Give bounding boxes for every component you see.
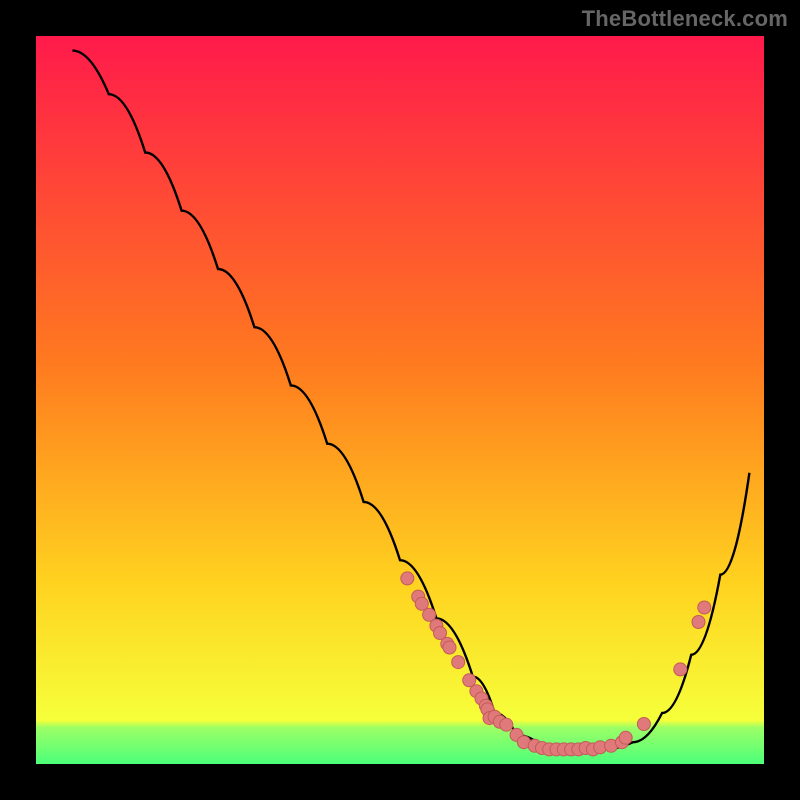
data-marker xyxy=(674,663,687,676)
data-marker xyxy=(452,656,465,669)
watermark-text: TheBottleneck.com xyxy=(582,6,788,32)
data-marker xyxy=(692,616,705,629)
plot-svg xyxy=(36,36,764,764)
data-marker xyxy=(698,601,711,614)
data-marker xyxy=(443,641,456,654)
data-marker xyxy=(500,718,513,731)
heatmap-background xyxy=(36,36,764,764)
data-marker xyxy=(637,718,650,731)
data-marker xyxy=(619,731,632,744)
plot-frame xyxy=(36,36,764,764)
data-marker xyxy=(401,572,414,585)
chart-stage: TheBottleneck.com xyxy=(0,0,800,800)
data-marker xyxy=(415,597,428,610)
